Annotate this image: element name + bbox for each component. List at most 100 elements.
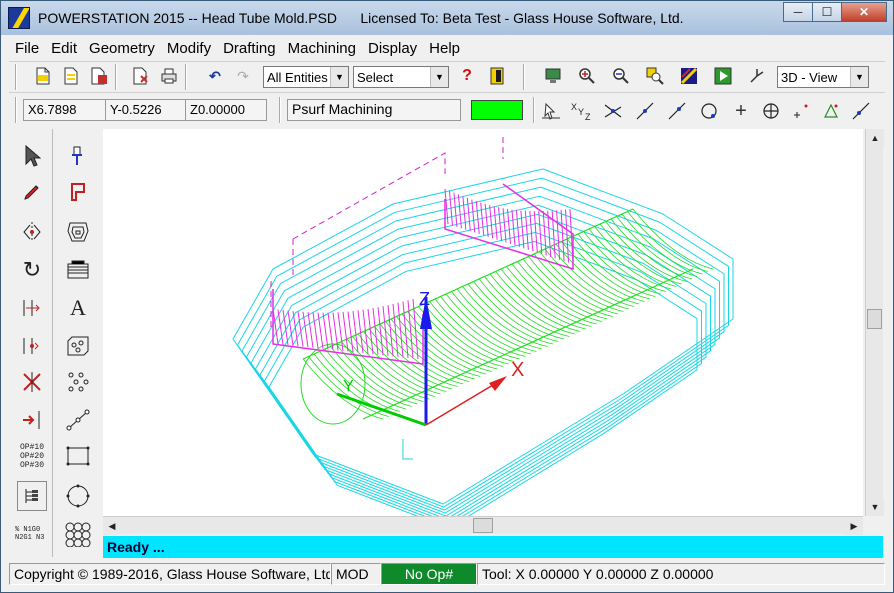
drill-pattern-icon[interactable] — [63, 141, 93, 171]
vertical-scroll-thumb[interactable] — [867, 309, 882, 329]
menu-display[interactable]: Display — [362, 40, 423, 57]
select-entity-icon[interactable] — [539, 99, 563, 123]
title-bar[interactable]: POWERSTATION 2015 -- Head Tube Mold.PSD … — [1, 1, 893, 35]
zoom-out-icon[interactable] — [609, 64, 633, 88]
end-surface-hatch — [397, 302, 404, 358]
operation-field[interactable]: Psurf Machining — [287, 99, 461, 121]
line-points-icon[interactable] — [63, 405, 93, 435]
help-icon[interactable]: ? — [455, 64, 479, 88]
ops-list-icon[interactable]: OP#10 OP#20 OP#30 — [15, 441, 49, 471]
zoom-window-icon[interactable] — [643, 64, 667, 88]
mirror-icon[interactable] — [17, 217, 47, 247]
toolbar-separator — [15, 64, 17, 90]
scroll-left-icon[interactable]: ◀ — [103, 517, 121, 535]
pocket-icon[interactable] — [63, 217, 93, 247]
y-axis-label: Y — [343, 378, 354, 395]
status-bar: Copyright © 1989-2016, Glass House Softw… — [9, 563, 885, 585]
tangent-icon[interactable] — [849, 99, 873, 123]
entity-filter-value: All Entities — [267, 69, 328, 85]
save-file-icon[interactable] — [87, 64, 111, 88]
entity-filter-select[interactable]: All Entities ▼ — [263, 66, 349, 88]
scroll-down-icon[interactable]: ▼ — [866, 498, 884, 516]
play-icon[interactable] — [711, 64, 735, 88]
chevron-down-icon[interactable]: ▼ — [330, 67, 348, 87]
menu-geometry[interactable]: Geometry — [83, 40, 161, 57]
menu-machining[interactable]: Machining — [282, 40, 362, 57]
zoom-in-icon[interactable] — [575, 64, 599, 88]
operation-indicator: No Op# — [381, 563, 477, 585]
print-icon[interactable] — [157, 64, 181, 88]
end-surface-hatch — [466, 197, 471, 232]
plus-icon[interactable]: + — [729, 99, 753, 123]
end-surface-hatch — [560, 209, 565, 262]
menu-modify[interactable]: Modify — [161, 40, 217, 57]
app-window: POWERSTATION 2015 -- Head Tube Mold.PSD … — [0, 0, 894, 593]
maximize-button[interactable]: ☐ — [812, 2, 842, 22]
end-surface-hatch — [529, 211, 534, 252]
horizontal-scrollbar[interactable]: ◀ ▶ — [103, 516, 863, 535]
circle-center-icon[interactable] — [697, 99, 721, 123]
select-arrow-icon[interactable] — [17, 141, 47, 171]
pencil-icon[interactable] — [17, 177, 47, 207]
hole-pattern-icon[interactable] — [63, 331, 93, 361]
chevron-down-icon[interactable]: ▼ — [850, 67, 868, 87]
toolpath-icon[interactable] — [17, 405, 47, 435]
end-surface-hatch — [498, 207, 503, 242]
close-button[interactable]: ✕ — [841, 2, 887, 22]
end-surface-hatch — [538, 211, 543, 255]
nc-code-icon[interactable]: % N1G0 N2G1 N3 — [15, 519, 49, 549]
bolt-circle-icon[interactable] — [63, 519, 93, 549]
rectangle-icon[interactable] — [63, 441, 93, 471]
menu-drafting[interactable]: Drafting — [217, 40, 282, 57]
z-axis-label: Z — [419, 289, 430, 309]
exit-icon[interactable] — [485, 64, 509, 88]
svg-text:X: X — [571, 102, 577, 112]
point-grid-icon[interactable] — [63, 367, 93, 397]
app-logo-icon[interactable] — [8, 7, 30, 29]
circle-cross-icon[interactable] — [759, 99, 783, 123]
render-icon[interactable] — [677, 64, 701, 88]
scroll-right-icon[interactable]: ▶ — [845, 517, 863, 535]
line-icon[interactable] — [665, 99, 689, 123]
end-surface-hatch — [392, 303, 399, 357]
chevron-down-icon[interactable]: ▼ — [430, 67, 448, 87]
select-mode-select[interactable]: Select ▼ — [353, 66, 449, 88]
circle-icon[interactable] — [63, 481, 93, 511]
graphics-viewport[interactable]: X Z Y — [103, 129, 863, 516]
menu-help[interactable]: Help — [423, 40, 466, 57]
end-surface-hatch — [462, 196, 467, 230]
end-surface-hatch — [307, 312, 314, 348]
line-angle-icon[interactable] — [633, 99, 657, 123]
menu-edit[interactable]: Edit — [45, 40, 83, 57]
contour-icon[interactable] — [63, 177, 93, 207]
end-surface-hatch — [565, 209, 570, 263]
surface-machining-icon[interactable] — [63, 255, 93, 285]
print-setup-icon[interactable] — [129, 64, 153, 88]
scroll-up-icon[interactable]: ▲ — [866, 129, 884, 147]
minimize-button[interactable]: ─ — [783, 2, 813, 22]
mode-indicator: MOD — [331, 563, 381, 585]
extend-icon[interactable] — [17, 331, 47, 361]
tree-view-icon[interactable] — [17, 481, 47, 511]
offset-icon[interactable] — [17, 293, 47, 323]
intersect-icon[interactable] — [601, 99, 625, 123]
text-icon[interactable]: A — [63, 293, 93, 323]
active-color-swatch[interactable] — [471, 100, 523, 120]
new-file-icon[interactable] — [31, 64, 55, 88]
open-file-icon[interactable] — [59, 64, 83, 88]
display-icon[interactable] — [541, 64, 565, 88]
triangle-icon[interactable] — [819, 99, 843, 123]
menu-file[interactable]: File — [9, 40, 45, 57]
horizontal-scroll-thumb[interactable] — [473, 518, 493, 533]
redo-icon[interactable]: ↷ — [231, 64, 255, 88]
view-mode-select[interactable]: 3D - View ▼ — [777, 66, 869, 88]
model-canvas[interactable]: X Z Y — [103, 129, 863, 516]
trim-icon[interactable] — [17, 367, 47, 397]
rotate-view-icon[interactable] — [745, 64, 769, 88]
end-surface-hatch — [520, 210, 525, 249]
rotate-icon[interactable]: ↻ — [17, 255, 47, 285]
undo-icon[interactable]: ↶ — [203, 64, 227, 88]
vertical-scrollbar[interactable]: ▲ ▼ — [865, 129, 884, 516]
point-icon[interactable] — [789, 99, 813, 123]
xyz-icon[interactable]: XYZ — [569, 99, 593, 123]
